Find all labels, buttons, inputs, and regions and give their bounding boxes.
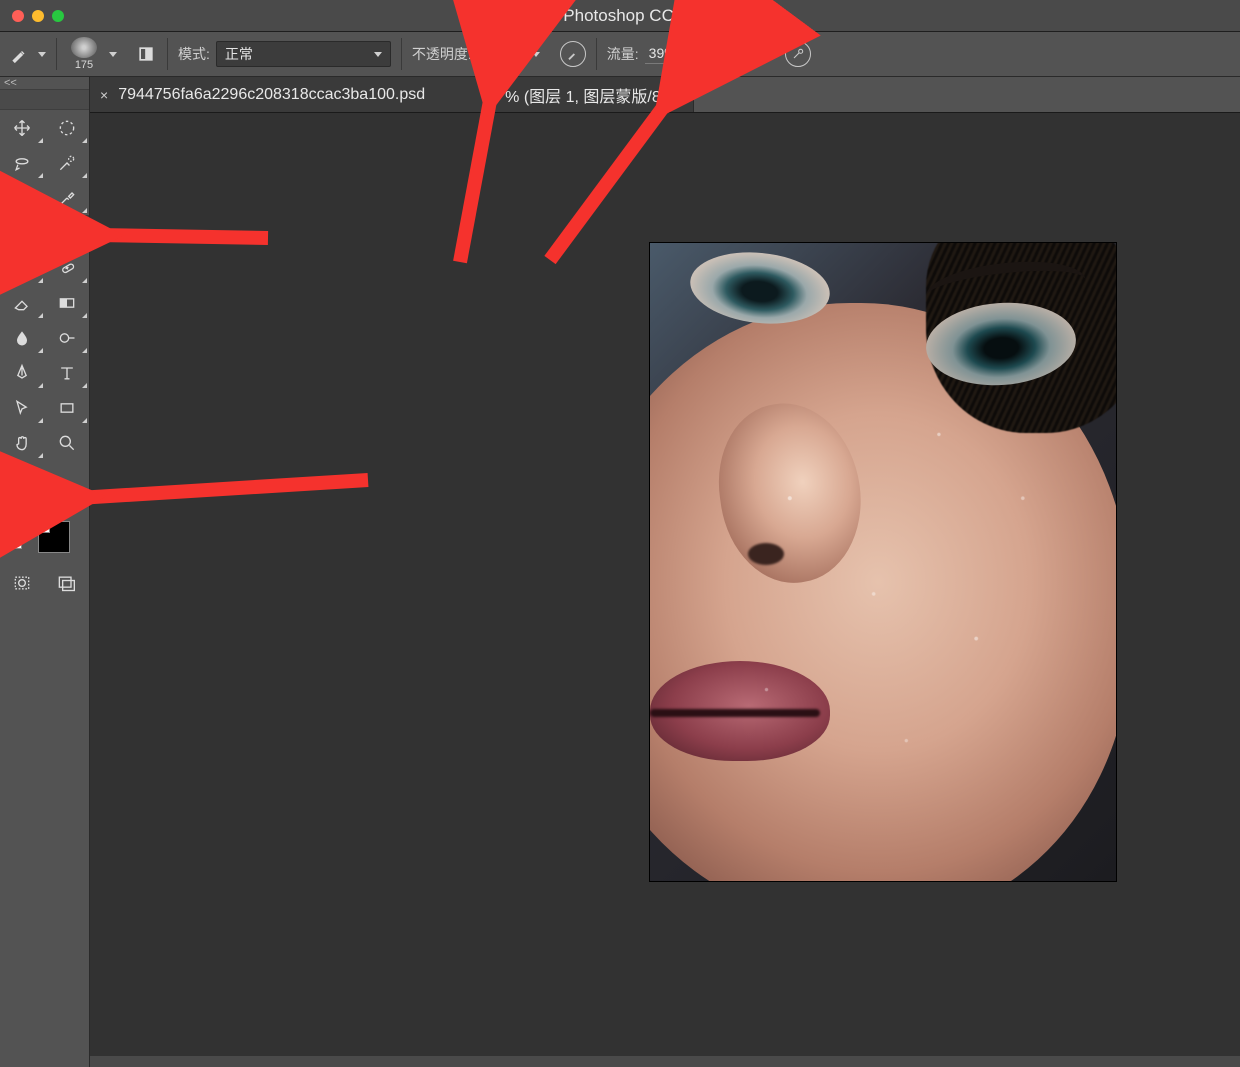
move-tool[interactable] [0, 110, 45, 145]
panel-header-strip [0, 90, 89, 110]
app-title: Adobe Photoshop CC 2015.5 [0, 6, 1240, 26]
document-tab[interactable]: × 7944756fa6a2296c208318ccac3ba100.psd %… [90, 77, 694, 112]
airbrush-toggle[interactable] [727, 41, 753, 67]
zoom-tool[interactable] [45, 425, 90, 460]
window-controls [12, 10, 64, 22]
flow-label: 流量: [607, 44, 639, 64]
gradient-tool[interactable] [45, 285, 90, 320]
type-tool[interactable] [45, 355, 90, 390]
brush-preview-dot [71, 37, 97, 58]
close-window-button[interactable] [12, 10, 24, 22]
lasso-tool[interactable] [0, 145, 45, 180]
minimize-window-button[interactable] [32, 10, 44, 22]
crop-tool[interactable] [0, 180, 45, 215]
document-suffix: % (图层 1, 图层蒙版/8) * [505, 83, 677, 107]
foreground-color-swatch[interactable] [18, 501, 50, 533]
clone-stamp-tool[interactable] [0, 250, 45, 285]
collapse-panel-icon[interactable]: << [0, 77, 89, 90]
opacity-label: 不透明度: [412, 44, 472, 64]
window-titlebar: Adobe Photoshop CC 2015.5 [0, 0, 1240, 32]
pen-tool[interactable] [0, 355, 45, 390]
horizontal-scrollbar[interactable] [90, 1056, 1240, 1067]
mode-label: 模式: [178, 44, 210, 64]
chevron-down-icon[interactable] [38, 52, 46, 57]
rectangle-tool[interactable] [45, 390, 90, 425]
eyedropper-tool[interactable] [45, 180, 90, 215]
brush-panel-toggle[interactable] [135, 43, 157, 65]
tool-preset-picker[interactable] [8, 43, 30, 65]
tools-panel: << ⤺ [0, 77, 90, 1067]
opacity-value[interactable]: 42% [478, 45, 524, 64]
document-filename: 7944756fa6a2296c208318ccac3ba100.psd [118, 86, 425, 104]
brush-size-value: 175 [75, 59, 93, 71]
color-swatches: ⤺ [0, 495, 89, 565]
marquee-tool[interactable] [45, 110, 90, 145]
path-selection-tool[interactable] [0, 390, 45, 425]
blend-mode-value: 正常 [225, 44, 253, 64]
pressure-opacity-toggle[interactable] [560, 41, 586, 67]
pressure-size-toggle[interactable] [785, 41, 811, 67]
dodge-tool[interactable] [45, 320, 90, 355]
maximize-window-button[interactable] [52, 10, 64, 22]
healing-brush-tool[interactable] [45, 250, 90, 285]
blur-tool[interactable] [0, 320, 45, 355]
canvas-area[interactable] [90, 113, 1240, 1067]
hand-tool[interactable] [0, 425, 45, 460]
quick-selection-tool[interactable] [45, 145, 90, 180]
default-colors-icon[interactable] [6, 533, 22, 549]
close-tab-icon[interactable]: × [100, 87, 108, 103]
swap-colors-icon[interactable]: ⤺ [54, 499, 67, 514]
flow-value[interactable]: 39% [645, 45, 691, 64]
brush-preset-picker[interactable]: 175 [67, 37, 101, 71]
screen-mode-toggle[interactable] [45, 565, 90, 600]
blend-mode-select[interactable]: 正常 [216, 41, 391, 67]
chevron-down-icon[interactable] [109, 52, 117, 57]
edit-toolbar-button[interactable] [0, 460, 45, 495]
chevron-down-icon[interactable] [532, 52, 540, 57]
document-canvas[interactable] [650, 243, 1116, 881]
brush-tool[interactable] [45, 215, 90, 250]
chevron-down-icon[interactable] [699, 52, 707, 57]
eraser-tool[interactable] [0, 285, 45, 320]
options-bar: 175 模式: 正常 不透明度: 42% 流量: 39% [0, 32, 1240, 77]
ruler-tool[interactable] [0, 215, 45, 250]
document-tab-bar: × 7944756fa6a2296c208318ccac3ba100.psd %… [90, 77, 1240, 113]
quick-mask-toggle[interactable] [0, 565, 45, 600]
chevron-down-icon [374, 52, 382, 57]
